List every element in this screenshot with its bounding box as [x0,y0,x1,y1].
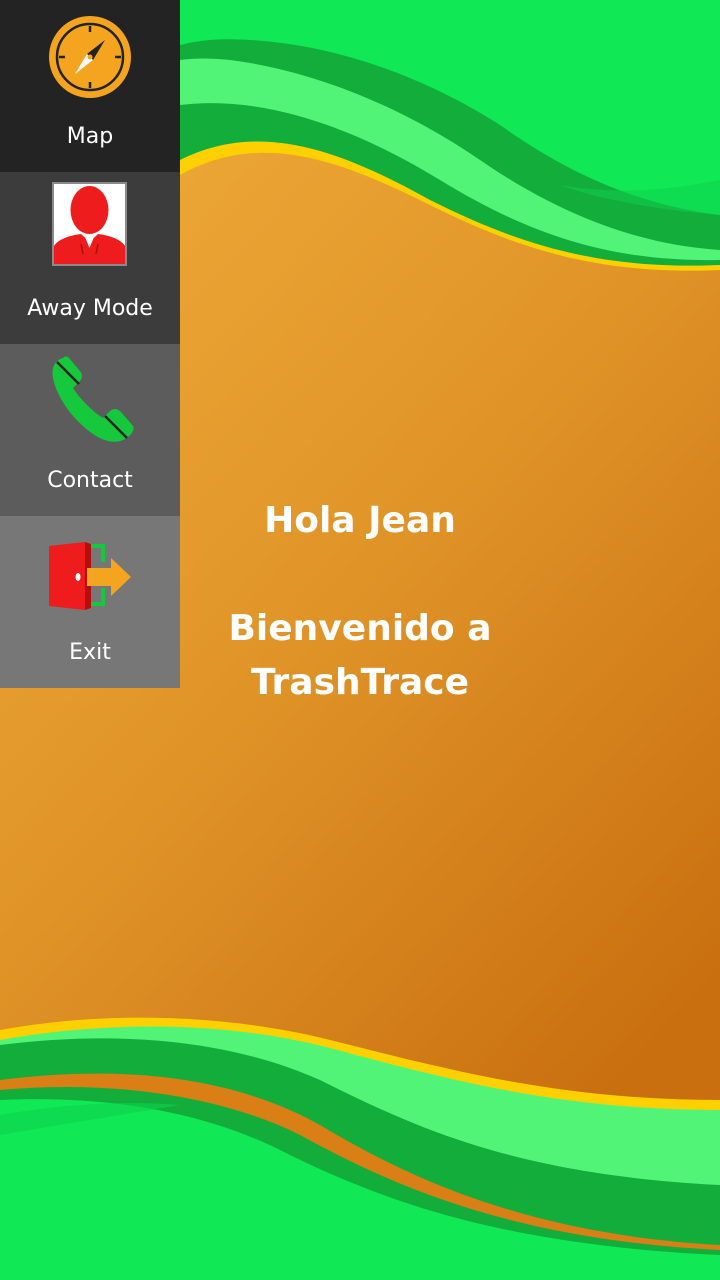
phone-icon [45,354,135,449]
menu-label-contact: Contact [47,468,133,493]
menu-item-contact[interactable]: Contact [0,344,180,516]
menu-item-map[interactable]: Map [0,0,180,172]
menu-label-away-mode: Away Mode [27,296,153,321]
greeting-text: Hola Jean [264,500,456,541]
menu-item-away-mode[interactable]: Away Mode [0,172,180,344]
welcome-text: Bienvenido a TrashTrace [180,602,540,710]
welcome-line-1: Bienvenido a [228,608,492,649]
side-menu: Map Away Mode Contact Exit [0,0,180,688]
exit-door-icon [45,526,135,621]
compass-icon [45,10,135,105]
menu-item-exit[interactable]: Exit [0,516,180,688]
menu-label-exit: Exit [69,640,111,665]
person-silhouette-icon [45,182,135,277]
menu-label-map: Map [66,124,114,149]
app-name: TrashTrace [250,662,470,703]
